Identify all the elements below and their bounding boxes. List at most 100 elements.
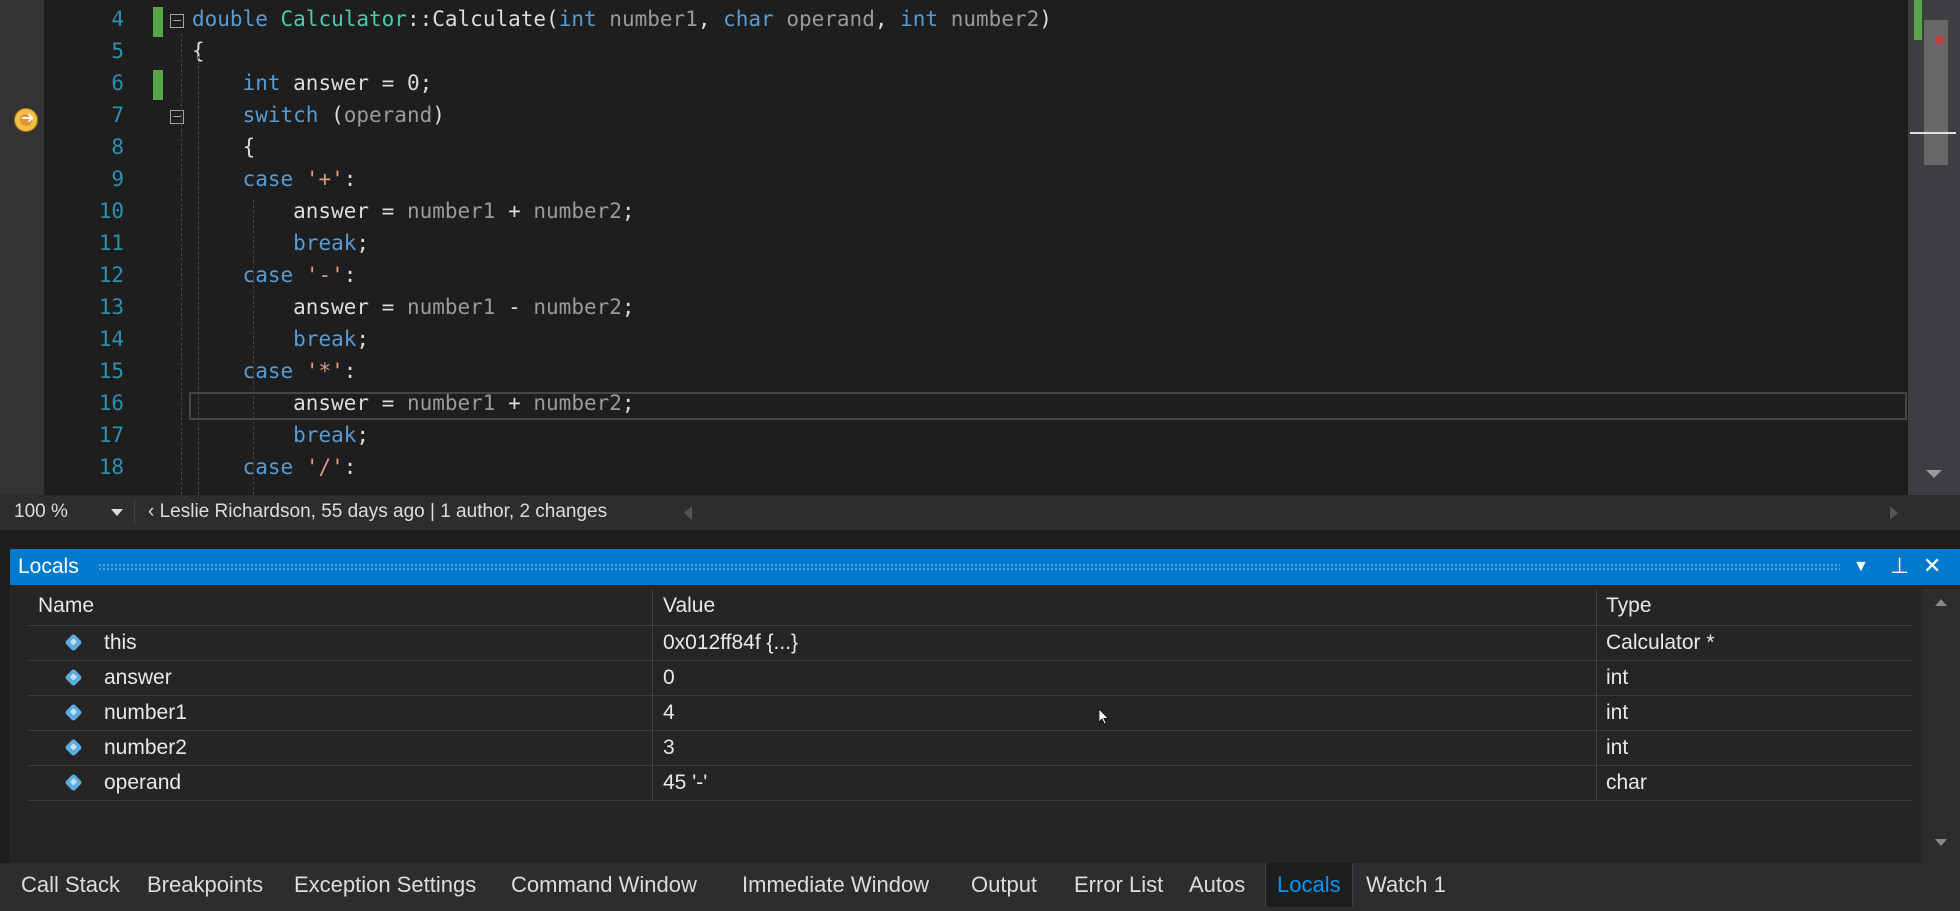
code-token: int [242, 71, 281, 95]
tab-watch-1[interactable]: Watch 1 [1355, 863, 1457, 907]
line-number: 15 [98, 359, 124, 383]
zoom-level[interactable]: 100 % [14, 501, 68, 523]
tab-call-stack[interactable]: Call Stack [10, 863, 131, 907]
tab-breakpoints[interactable]: Breakpoints [136, 863, 274, 907]
variable-value[interactable]: 4 [652, 696, 1596, 730]
variable-value[interactable]: 0x012ff84f {...} [652, 626, 1596, 660]
variable-value[interactable]: 0 [652, 661, 1596, 695]
locals-row[interactable]: number1 4 int [28, 696, 1912, 731]
collapse-function-icon[interactable] [170, 14, 184, 28]
window-menu-dropdown-icon[interactable]: ▼ [1853, 558, 1869, 576]
glyph-margin[interactable]: ➔ [0, 0, 44, 495]
variable-name: operand [104, 771, 182, 794]
locals-row[interactable]: answer 0 int [28, 661, 1912, 696]
code-token: ; [621, 295, 635, 319]
line-number: 13 [98, 295, 124, 319]
code-token: { [192, 135, 256, 159]
variable-name-cell: number1 [28, 696, 652, 730]
variable-name: answer [104, 666, 172, 689]
code-token: ; [356, 231, 370, 255]
variable-name-cell: number2 [28, 731, 652, 765]
tab-exception-settings[interactable]: Exception Settings [283, 863, 487, 907]
code-line[interactable]: break; [192, 419, 369, 451]
scrollbar-breakpoint-mark [1936, 36, 1944, 44]
code-token: int [558, 7, 597, 31]
code-line[interactable]: double Calculator::Calculate(int number1… [192, 3, 1052, 35]
code-token: : [343, 455, 357, 479]
code-line[interactable]: { [192, 131, 256, 163]
locals-title: Locals [18, 555, 79, 578]
code-line[interactable]: int answer = 0; [192, 67, 433, 99]
code-line[interactable]: case '+': [192, 163, 357, 195]
editor-vertical-scrollbar[interactable] [1908, 0, 1960, 495]
pin-icon[interactable]: ⊥ [1890, 553, 1909, 579]
code-token: : [343, 359, 357, 383]
locals-row[interactable]: number2 3 int [28, 731, 1912, 766]
tab-autos[interactable]: Autos [1178, 863, 1256, 907]
locals-vertical-scrollbar[interactable] [1922, 589, 1960, 863]
change-marker [153, 70, 163, 100]
scroll-left-arrow-icon[interactable] [684, 506, 692, 520]
title-bar-grip[interactable] [98, 563, 1840, 571]
code-line[interactable]: answer = number1 - number2; [192, 291, 635, 323]
code-token: ; [621, 199, 635, 223]
code-line[interactable]: break; [192, 323, 369, 355]
line-number: 10 [98, 199, 124, 223]
code-editor[interactable]: ➔ 4 5 6 7 8 9 10 11 12 13 14 15 16 17 18 double Calcul… [0, 0, 1960, 495]
code-line[interactable]: answer = number1 + number2; [192, 195, 635, 227]
column-header-type[interactable]: Type [1596, 589, 1912, 625]
code-line[interactable]: switch (operand) [192, 99, 445, 131]
variable-value[interactable]: 3 [652, 731, 1596, 765]
locals-title-bar[interactable]: Locals ▼ ⊥ ✕ [10, 549, 1960, 585]
code-token: : [343, 167, 357, 191]
editor-status-strip: 100 % ‹ Leslie Richardson, 55 days ago |… [0, 495, 1960, 530]
column-header-name[interactable]: Name [28, 589, 652, 625]
tab-locals[interactable]: Locals [1265, 863, 1353, 907]
code-token: break [293, 231, 357, 255]
column-header-value[interactable]: Value [652, 589, 1596, 625]
line-number: 7 [111, 103, 124, 127]
line-number: 4 [111, 7, 124, 31]
code-line[interactable]: break; [192, 227, 369, 259]
scroll-up-arrow-icon[interactable] [1935, 599, 1947, 606]
code-line[interactable]: case '/': [192, 451, 357, 483]
locals-row[interactable]: operand 45 '-' char [28, 766, 1912, 801]
tab-command-window[interactable]: Command Window [500, 863, 708, 907]
codelens-authors[interactable]: ‹ Leslie Richardson, 55 days ago | 1 aut… [148, 501, 607, 523]
variable-icon [64, 738, 83, 757]
locals-row[interactable]: this 0x012ff84f {...} Calculator * [28, 626, 1912, 661]
code-token: - [495, 295, 534, 319]
zoom-dropdown-icon[interactable] [111, 509, 123, 516]
tool-window-tabs: Call Stack Breakpoints Exception Settings C… [0, 863, 1960, 911]
code-token: '*' [305, 359, 344, 383]
code-line[interactable]: case '*': [192, 355, 357, 387]
code-token: operand [343, 103, 433, 127]
code-line[interactable]: case '-': [192, 259, 357, 291]
code-token: Calculate [432, 7, 547, 31]
code-token: operand [786, 7, 875, 31]
code-token: number1 [609, 7, 698, 31]
tab-error-list[interactable]: Error List [1063, 863, 1174, 907]
variable-icon [64, 668, 83, 687]
scroll-down-arrow-icon[interactable] [1926, 470, 1942, 478]
variable-value[interactable]: 45 '-' [652, 766, 1596, 800]
scroll-down-arrow-icon[interactable] [1935, 839, 1947, 846]
scroll-right-arrow-icon[interactable] [1890, 506, 1898, 520]
close-icon[interactable]: ✕ [1923, 553, 1941, 579]
code-token: break [293, 327, 357, 351]
line-number: 18 [98, 455, 124, 479]
code-token: , [697, 7, 724, 31]
code-token: number1 [406, 295, 496, 319]
tab-immediate-window[interactable]: Immediate Window [731, 863, 940, 907]
variable-name-cell: answer [28, 661, 652, 695]
tab-output[interactable]: Output [960, 863, 1048, 907]
code-token: case [242, 167, 294, 191]
code-token: ( [546, 7, 559, 31]
